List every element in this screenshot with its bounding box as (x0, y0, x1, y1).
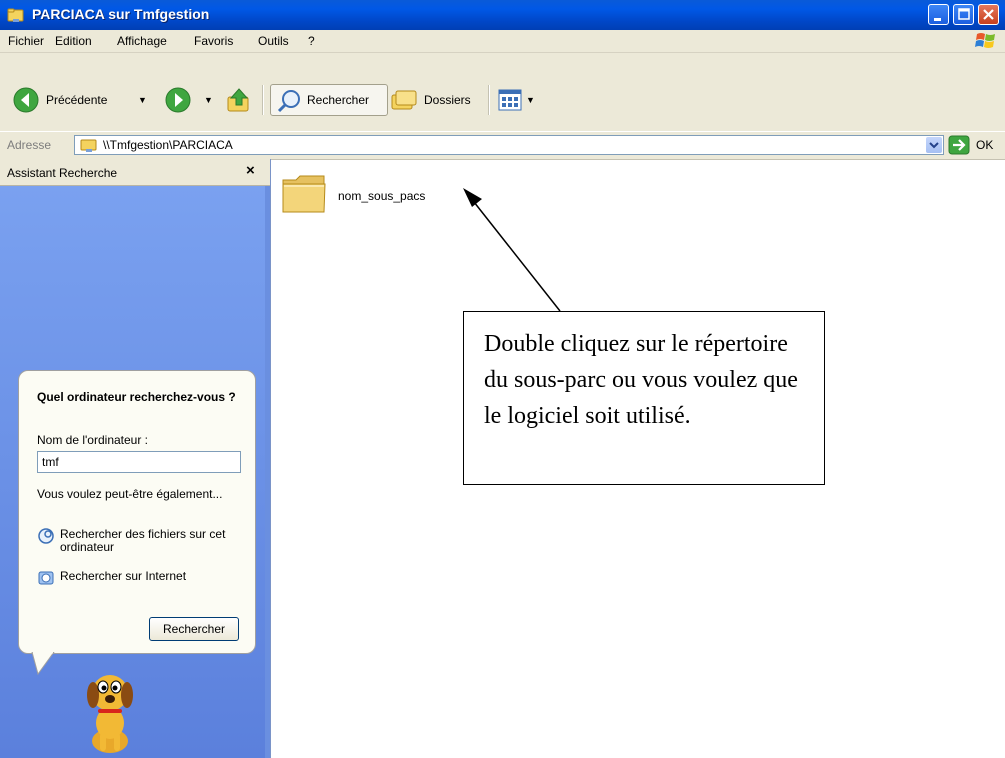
address-bar: Adresse \\Tmfgestion\PARCIACA OK (0, 131, 1005, 160)
address-dropdown-button[interactable] (926, 137, 942, 153)
annotation-text: Double cliquez sur le répertoire du sous… (484, 331, 798, 429)
search-pane-title: Assistant Recherche (7, 166, 118, 180)
close-button[interactable] (978, 4, 999, 25)
bubble-tail (31, 652, 55, 676)
magnifier-icon (277, 90, 300, 113)
search-pane-header: Assistant Recherche × (0, 159, 270, 186)
back-label: Précédente (46, 93, 108, 107)
menu-favoris[interactable]: Favoris (194, 34, 233, 48)
search-internet-icon (38, 571, 54, 585)
search-dog-icon[interactable] (78, 667, 142, 755)
go-arrow-icon[interactable] (948, 135, 970, 155)
address-value: \\Tmfgestion\PARCIACA (103, 138, 233, 152)
toolbar: Précédente ▼ ▼ Rechercher Dossiers ▼ (0, 53, 1005, 131)
address-label: Adresse (7, 138, 52, 152)
search-files-icon (38, 528, 54, 544)
views-icon (498, 89, 522, 111)
search-files-label: Rechercher des fichiers sur cet ordinate… (60, 527, 226, 554)
forward-dropdown-icon[interactable]: ▼ (204, 95, 213, 105)
back-button[interactable]: Précédente ▼ (12, 86, 162, 116)
maximize-icon (958, 8, 970, 20)
minimize-icon (934, 18, 941, 21)
window-title: PARCIACA sur Tmfgestion (32, 6, 210, 22)
suggestions-heading: Vous voulez peut-être également... (37, 487, 223, 501)
search-question: Quel ordinateur recherchez-vous ? (37, 390, 236, 404)
close-icon (983, 9, 994, 20)
folder-label: nom_sous_pacs (338, 189, 426, 203)
go-label[interactable]: OK (976, 138, 993, 152)
annotation-arrow (463, 188, 561, 312)
menu-affichage[interactable]: Affichage (117, 34, 167, 48)
folder-network-icon (80, 139, 97, 152)
up-folder-icon[interactable] (224, 85, 254, 115)
back-dropdown-icon[interactable]: ▼ (138, 95, 147, 105)
toolbar-separator (262, 85, 264, 115)
computer-name-label: Nom de l'ordinateur : (37, 433, 149, 447)
menu-outils[interactable]: Outils (258, 34, 289, 48)
toolbar-separator (488, 85, 490, 115)
search-submit-button[interactable]: Rechercher (149, 617, 239, 641)
search-files-link[interactable]: Rechercher des fichiers sur cet ordinate… (37, 527, 247, 561)
views-button[interactable]: ▼ (498, 89, 540, 113)
views-dropdown-icon[interactable]: ▼ (526, 95, 535, 105)
forward-arrow-icon (165, 87, 191, 113)
folder-icon (282, 175, 326, 213)
menu-bar: Fichier Edition Affichage Favoris Outils… (0, 30, 1005, 53)
folders-icon (391, 90, 417, 110)
folder-network-icon (7, 8, 24, 22)
search-button[interactable]: Rechercher (270, 84, 388, 116)
address-input[interactable]: \\Tmfgestion\PARCIACA (74, 135, 944, 155)
annotation-callout: Double cliquez sur le répertoire du sous… (463, 311, 825, 485)
minimize-button[interactable] (928, 4, 949, 25)
search-pane-close-button[interactable]: × (246, 162, 255, 179)
chevron-down-icon (929, 142, 939, 149)
search-internet-label: Rechercher sur Internet (60, 569, 187, 583)
folders-label: Dossiers (424, 93, 471, 107)
forward-button[interactable]: ▼ (164, 86, 214, 116)
menu-fichier[interactable]: Fichier (8, 34, 44, 48)
back-arrow-icon (13, 87, 39, 113)
search-label: Rechercher (307, 93, 370, 107)
folders-button[interactable]: Dossiers (390, 86, 480, 116)
menu-help[interactable]: ? (308, 34, 315, 48)
menu-edition[interactable]: Edition (55, 34, 92, 48)
search-internet-link[interactable]: Rechercher sur Internet (37, 569, 247, 587)
title-bar: PARCIACA sur Tmfgestion (0, 0, 1005, 30)
computer-name-input[interactable] (37, 451, 241, 473)
maximize-button[interactable] (953, 4, 974, 25)
search-assistant-bubble: Quel ordinateur recherchez-vous ? Nom de… (18, 370, 256, 654)
windows-logo-icon (975, 33, 995, 48)
